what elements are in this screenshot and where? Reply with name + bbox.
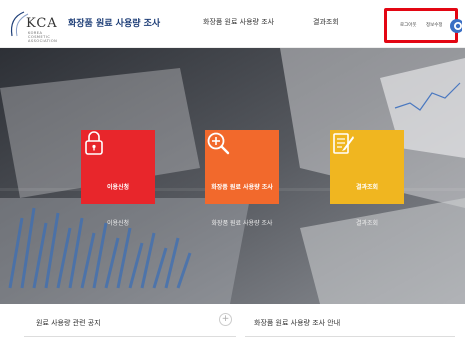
nav-survey[interactable]: 화장품 원료 사용량 조사 [203, 17, 274, 27]
apply-tile[interactable]: 이용신청 [81, 130, 155, 204]
notice-more-button[interactable]: + [219, 313, 232, 326]
survey-tile[interactable]: 화장품 원료 사용량 조사 [205, 130, 279, 204]
nav-result[interactable]: 결과조회 [313, 17, 339, 27]
search-plus-icon [207, 132, 230, 155]
logo-subtext: KOREA COSMETIC ASSOCIATION [28, 31, 58, 43]
user-avatar-icon[interactable] [448, 17, 462, 35]
account-menu: 로그아웃 정보수정 [384, 8, 462, 43]
guide-divider [245, 336, 455, 337]
result-tile-label: 결과조회 [355, 184, 379, 191]
edit-info-link[interactable]: 정보수정 [426, 22, 443, 28]
document-edit-icon [333, 133, 354, 154]
lock-icon [85, 131, 103, 155]
apply-caption[interactable]: 이용신청 [81, 218, 155, 227]
result-caption[interactable]: 결과조회 [330, 218, 404, 227]
apply-tile-label: 이용신청 [106, 184, 130, 191]
kca-logo[interactable]: KCA KOREA COSMETIC ASSOCIATION [6, 10, 64, 43]
logo-text: KCA [26, 16, 58, 31]
notice-divider [24, 336, 236, 337]
site-header: KCA KOREA COSMETIC ASSOCIATION 화장품 원료 사용… [0, 0, 465, 48]
notice-panel-title: 원료 사용량 관련 공지 [36, 319, 101, 327]
site-title[interactable]: 화장품 원료 사용량 조사 [68, 16, 160, 29]
survey-tile-label: 화장품 원료 사용량 조사 [211, 184, 273, 191]
survey-caption[interactable]: 화장품 원료 사용량 조사 [205, 218, 279, 227]
result-tile[interactable]: 결과조회 [330, 130, 404, 204]
guide-panel-title: 화장품 원료 사용량 조사 안내 [254, 319, 341, 327]
hero-banner: 이용신청 화장품 원료 사용량 조사 결과조회 이용신청 화장품 원료 사용량 … [0, 48, 465, 304]
logout-link[interactable]: 로그아웃 [400, 22, 417, 28]
